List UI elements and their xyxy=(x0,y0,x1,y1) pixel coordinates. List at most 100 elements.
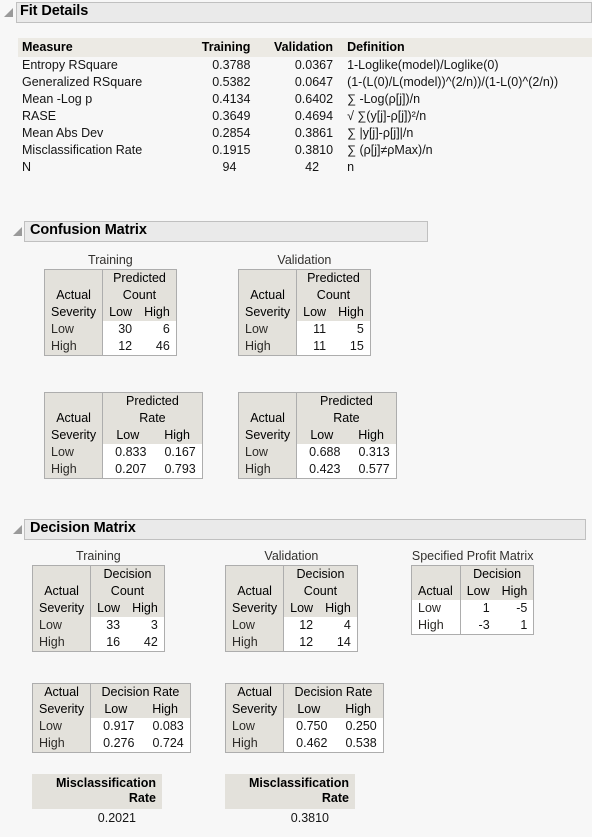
cell-low-low: 11 xyxy=(296,321,333,338)
table-row: Severity Low High xyxy=(44,427,203,444)
fit-training-value: 0.2854 xyxy=(212,126,251,140)
decision-validation-count-table: Decision Actual Count Severity Low High … xyxy=(225,565,358,652)
fit-definition-text: 1-Loglike(model)/Loglike(0) xyxy=(347,58,499,72)
col-high: High xyxy=(152,427,203,444)
severity-label: Severity xyxy=(32,600,91,617)
empty-corner-cell xyxy=(44,392,103,410)
specified-profit-matrix-block: Specified Profit Matrix Decision Actual … xyxy=(411,549,535,635)
cell-low-low: 0.688 xyxy=(296,444,347,461)
fit-measure-label: Mean Abs Dev xyxy=(22,126,104,140)
confusion-training-caption: Training xyxy=(88,253,133,267)
fit-validation-value: 0.0647 xyxy=(294,75,334,89)
confusion-matrix-disclosure-triangle[interactable] xyxy=(13,227,22,236)
fit-definition-text: √ ∑(y[j]-ρ[j])²/n xyxy=(347,109,427,123)
cell-low-low: 0.917 xyxy=(90,718,141,735)
decision-validation-rate-table: Actual Decision Rate Severity Low High L… xyxy=(225,683,384,753)
fit-validation-value: 0.3861 xyxy=(294,126,334,140)
row-low: Low xyxy=(225,718,284,735)
table-row: High 16 42 xyxy=(32,634,165,652)
misclassification-word: Misclassification xyxy=(55,776,156,790)
col-high: High xyxy=(138,304,177,321)
fit-details-disclosure-triangle[interactable] xyxy=(4,8,13,17)
specified-profit-matrix-caption: Specified Profit Matrix xyxy=(411,549,534,563)
col-low: Low xyxy=(102,427,153,444)
fit-validation-value: 0.4694 xyxy=(294,109,334,123)
table-row: Actual Rate xyxy=(44,410,203,427)
empty-corner-cell xyxy=(44,269,103,287)
cell-high-high: 1 xyxy=(495,617,534,635)
cell-high-low: 12 xyxy=(283,634,320,652)
cell-low-high: 0.250 xyxy=(333,718,384,735)
table-row: Decision xyxy=(32,565,165,583)
confusion-matrix-heading: Confusion Matrix xyxy=(30,222,147,238)
severity-label: Severity xyxy=(238,427,297,444)
actual-label: Actual xyxy=(44,410,103,427)
actual-label: Actual xyxy=(225,583,284,600)
fit-definition-text: ∑ (ρ[j]≠ρMax)/n xyxy=(347,143,433,157)
cell-low-low: 33 xyxy=(90,617,127,634)
confusion-training-rate-block: Predicted Actual Rate Severity Low High … xyxy=(44,392,203,479)
confusion-validation-rate-table: Predicted Actual Rate Severity Low High … xyxy=(238,392,397,479)
decision-rate-label: Decision Rate xyxy=(283,683,384,701)
fit-details-header-row: Measure Training Validation Definition xyxy=(18,38,592,57)
table-row: Low 33 3 xyxy=(32,617,165,634)
cell-high-high: 0.577 xyxy=(346,461,397,479)
validation-misclassification-block: Misclassification Rate 0.3810 xyxy=(225,774,355,825)
table-row: High 0.207 0.793 xyxy=(44,461,203,479)
severity-label: Severity xyxy=(238,304,297,321)
table-row: Severity Low High xyxy=(225,701,384,718)
cell-high-low: -3 xyxy=(459,617,496,635)
empty-corner-cell xyxy=(411,565,461,583)
row-low: Low xyxy=(238,321,297,338)
table-row: Low 0.917 0.083 xyxy=(32,718,191,735)
confusion-training-count-table: Predicted Actual Count Severity Low High… xyxy=(44,269,177,356)
table-row: High 12 46 xyxy=(44,338,177,356)
fit-col-validation: Validation xyxy=(259,38,343,57)
table-row: Severity Low High xyxy=(44,304,177,321)
severity-label: Severity xyxy=(44,304,103,321)
fit-details-table: Measure Training Validation Definition E… xyxy=(18,38,592,176)
row-low: Low xyxy=(44,444,103,461)
col-low: Low xyxy=(90,600,127,617)
confusion-validation-rate-block: Predicted Actual Rate Severity Low High … xyxy=(238,392,397,479)
fit-training-value: 0.1915 xyxy=(212,143,251,157)
confusion-validation-count-block: Validation Predicted Actual Count Severi… xyxy=(238,253,371,356)
actual-label: Actual xyxy=(238,410,297,427)
table-row: Low 12 4 xyxy=(225,617,358,634)
table-row: Severity Low High xyxy=(32,600,165,617)
cell-high-high: 42 xyxy=(126,634,165,652)
table-row: High 0.423 0.577 xyxy=(238,461,397,479)
fit-measure-label: Mean -Log p xyxy=(22,92,93,106)
row-low: Low xyxy=(225,617,284,634)
col-low: Low xyxy=(283,701,334,718)
row-low: Low xyxy=(32,617,91,634)
fit-details-title-bar[interactable] xyxy=(16,2,592,23)
empty-corner-cell xyxy=(238,392,297,410)
decision-matrix-disclosure-triangle[interactable] xyxy=(13,525,22,534)
table-row: Actual Rate xyxy=(238,410,397,427)
severity-label: Severity xyxy=(44,427,103,444)
table-row: Entropy RSquare 0.3788 0.0367 1-Loglike(… xyxy=(18,57,592,74)
cell-high-low: 12 xyxy=(102,338,139,356)
table-row: Low 30 6 xyxy=(44,321,177,338)
table-row: Severity Low High xyxy=(238,304,371,321)
count-label: Count xyxy=(296,287,371,304)
fit-col-training: Training xyxy=(180,38,260,57)
cell-high-high: 14 xyxy=(319,634,358,652)
actual-label: Actual xyxy=(32,683,91,701)
rate-word: Rate xyxy=(128,791,156,805)
col-high: High xyxy=(126,600,165,617)
cell-low-high: -5 xyxy=(495,600,534,617)
rate-word: Rate xyxy=(321,791,349,805)
fit-measure-label: RASE xyxy=(22,109,57,123)
table-row: Predicted xyxy=(44,392,203,410)
fit-measure-label: Entropy RSquare xyxy=(22,58,118,72)
table-row: Misclassification Rate 0.1915 0.3810 ∑ (… xyxy=(18,142,592,159)
cell-low-low: 0.833 xyxy=(102,444,153,461)
decision-validation-rate-block: Actual Decision Rate Severity Low High L… xyxy=(225,683,384,753)
table-row: Decision xyxy=(225,565,358,583)
empty-corner-cell xyxy=(32,565,91,583)
fit-training-value: 0.4134 xyxy=(212,92,251,106)
fit-measure-label: Generalized RSquare xyxy=(22,75,143,89)
validation-misclassification-header: Misclassification Rate xyxy=(225,774,355,809)
